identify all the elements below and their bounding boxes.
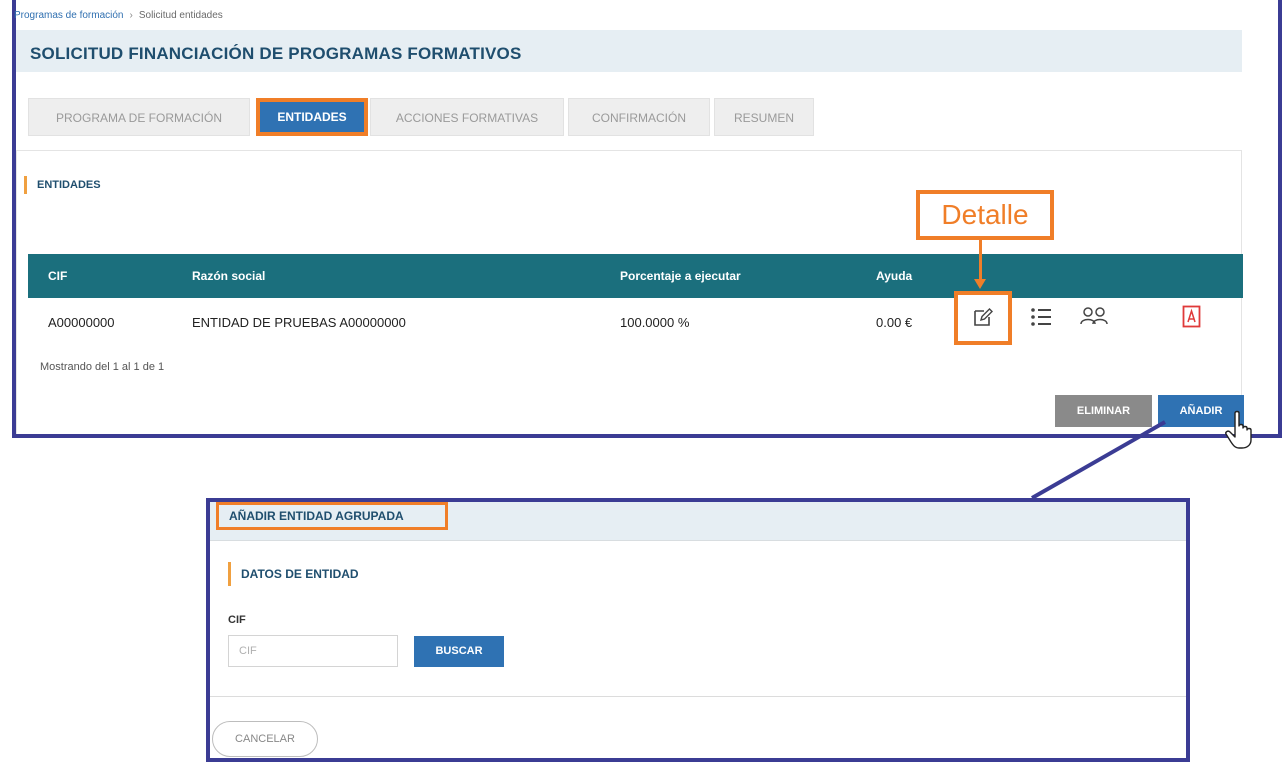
modal-divider bbox=[210, 696, 1186, 697]
cif-label: CIF bbox=[228, 614, 246, 626]
datos-entidad-title: DATOS DE ENTIDAD bbox=[228, 562, 359, 586]
cif-input[interactable] bbox=[228, 635, 398, 667]
hand-cursor-icon bbox=[1225, 410, 1252, 449]
cancelar-button[interactable]: CANCELAR bbox=[212, 721, 318, 757]
buscar-button[interactable]: BUSCAR bbox=[414, 636, 504, 667]
modal-title: AÑADIR ENTIDAD AGRUPADA bbox=[216, 502, 448, 530]
